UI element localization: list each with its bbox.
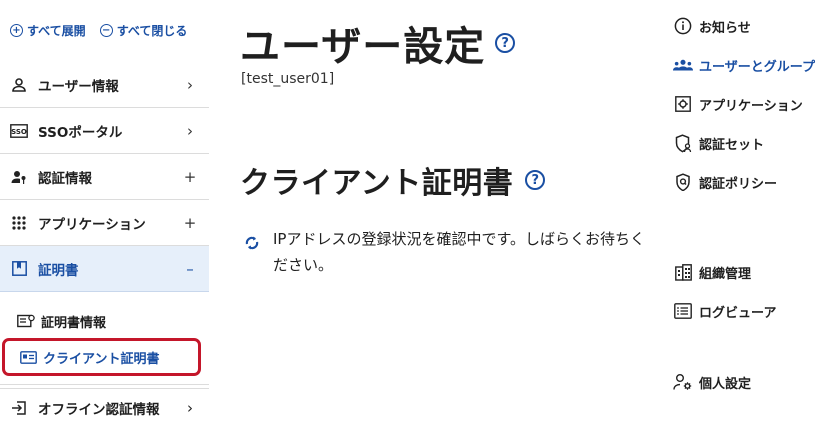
help-icon[interactable]: ? [525,170,546,190]
rnav-item-label: 認証セット [699,137,765,153]
rnav-item-auth-set[interactable]: 認証セット [673,133,764,153]
status-text: IPアドレスの登録状況を確認中です。しばらくお待ちください。 [273,230,645,274]
sidebar-item-sso-portal[interactable]: SSO SSOポータル › [0,108,209,154]
page-title: ユーザー設定 [240,24,486,70]
user-settings-icon [673,372,693,392]
collapse-all-button[interactable]: − すべて閉じる [99,22,188,39]
grid-dots-icon [10,214,28,232]
help-icon[interactable]: ? [495,33,516,53]
sidebar-item-applications[interactable]: アプリケーション + [0,200,209,246]
log-list-icon [673,301,693,321]
sync-icon [243,234,261,278]
expand-collapse-controls: + すべて展開 − すべて閉じる [10,22,187,39]
rnav-item-organization[interactable]: 組織管理 [673,262,751,282]
user-id: [test_user01] [241,71,335,87]
person-icon [10,76,28,94]
sidebar-item-label: ユーザー情報 [38,78,119,95]
page-header: ユーザー設定 ? [240,14,516,72]
sign-in-icon [10,399,28,417]
sso-icon: SSO [10,122,28,140]
submenu-item-certificate-info[interactable]: 証明書情報 [0,304,209,338]
minus-icon: – [186,259,194,278]
sidebar-item-certificates[interactable]: 証明書 – [0,246,209,292]
submenu-item-label: 証明書情報 [41,315,107,331]
rnav-item-label: 組織管理 [699,266,752,282]
rnav-item-label: 個人設定 [699,376,752,392]
shield-user-icon [673,133,693,153]
status-message: IPアドレスの登録状況を確認中です。しばらくお待ちください。 [243,226,658,278]
collapse-all-label: すべて閉じる [116,24,188,38]
building-icon [673,262,693,282]
rnav-item-applications[interactable]: アプリケーション [673,94,803,114]
sidebar-item-label: アプリケーション [38,216,146,233]
chevron-right-icon: › [187,75,193,94]
rnav-item-log-viewer[interactable]: ログビューア [673,301,776,321]
submenu-item-client-certificate[interactable]: クライアント証明書 [2,338,201,376]
sidebar-item-user-info[interactable]: ユーザー情報 › [0,62,209,108]
sidebar-item-label: SSOポータル [38,124,123,141]
submenu-item-label: クライアント証明書 [43,351,160,367]
certificate-icon [10,260,28,278]
plus-circle-icon: + [10,24,23,37]
section-header: クライアント証明書 ? [240,158,546,202]
expand-all-button[interactable]: + すべて展開 [10,22,86,39]
plus-icon: + [183,167,197,186]
rnav-item-label: ユーザーとグループ [699,59,815,75]
sidebar-item-label: オフライン認証情報 [38,401,160,418]
chevron-right-icon: › [187,398,193,417]
user-key-icon [10,168,28,186]
certificate-info-icon [17,313,35,329]
rnav-item-label: 認証ポリシー [699,176,778,192]
expand-all-label: すべて展開 [27,24,86,38]
sidebar-item-auth-info[interactable]: 認証情報 + [0,154,209,200]
sidebar: + すべて展開 − すべて閉じる ユーザー情報 › SSO SSOポータル › [0,0,209,426]
sidebar-nav: ユーザー情報 › SSO SSOポータル › 認証情報 + アプリケーション + [0,62,209,385]
app-gear-icon [673,94,693,114]
minus-circle-icon: − [99,24,113,37]
rnav-item-label: アプリケーション [699,98,803,114]
info-icon [673,16,693,36]
certificates-submenu: 証明書情報 クライアント証明書 [0,292,209,385]
sidebar-item-label: 認証情報 [38,170,92,187]
rnav-item-auth-policy[interactable]: 認証ポリシー [673,172,777,192]
sidebar-item-offline-auth[interactable]: オフライン認証情報 › [0,388,209,426]
shield-policy-icon [673,172,693,192]
svg-text:SSO: SSO [11,128,27,136]
rnav-item-label: お知らせ [699,20,751,36]
rnav-item-notifications[interactable]: お知らせ [673,16,751,36]
rnav-item-label: ログビューア [699,305,777,321]
rnav-item-personal-settings[interactable]: 個人設定 [673,372,751,392]
plus-icon: + [183,213,197,232]
rnav-item-users-groups[interactable]: ユーザーとグループ [673,55,815,75]
users-group-icon [673,55,693,75]
sidebar-item-label: 証明書 [38,262,79,279]
chevron-right-icon: › [187,121,193,140]
section-title: クライアント証明書 [240,166,514,201]
id-card-icon [19,349,37,365]
